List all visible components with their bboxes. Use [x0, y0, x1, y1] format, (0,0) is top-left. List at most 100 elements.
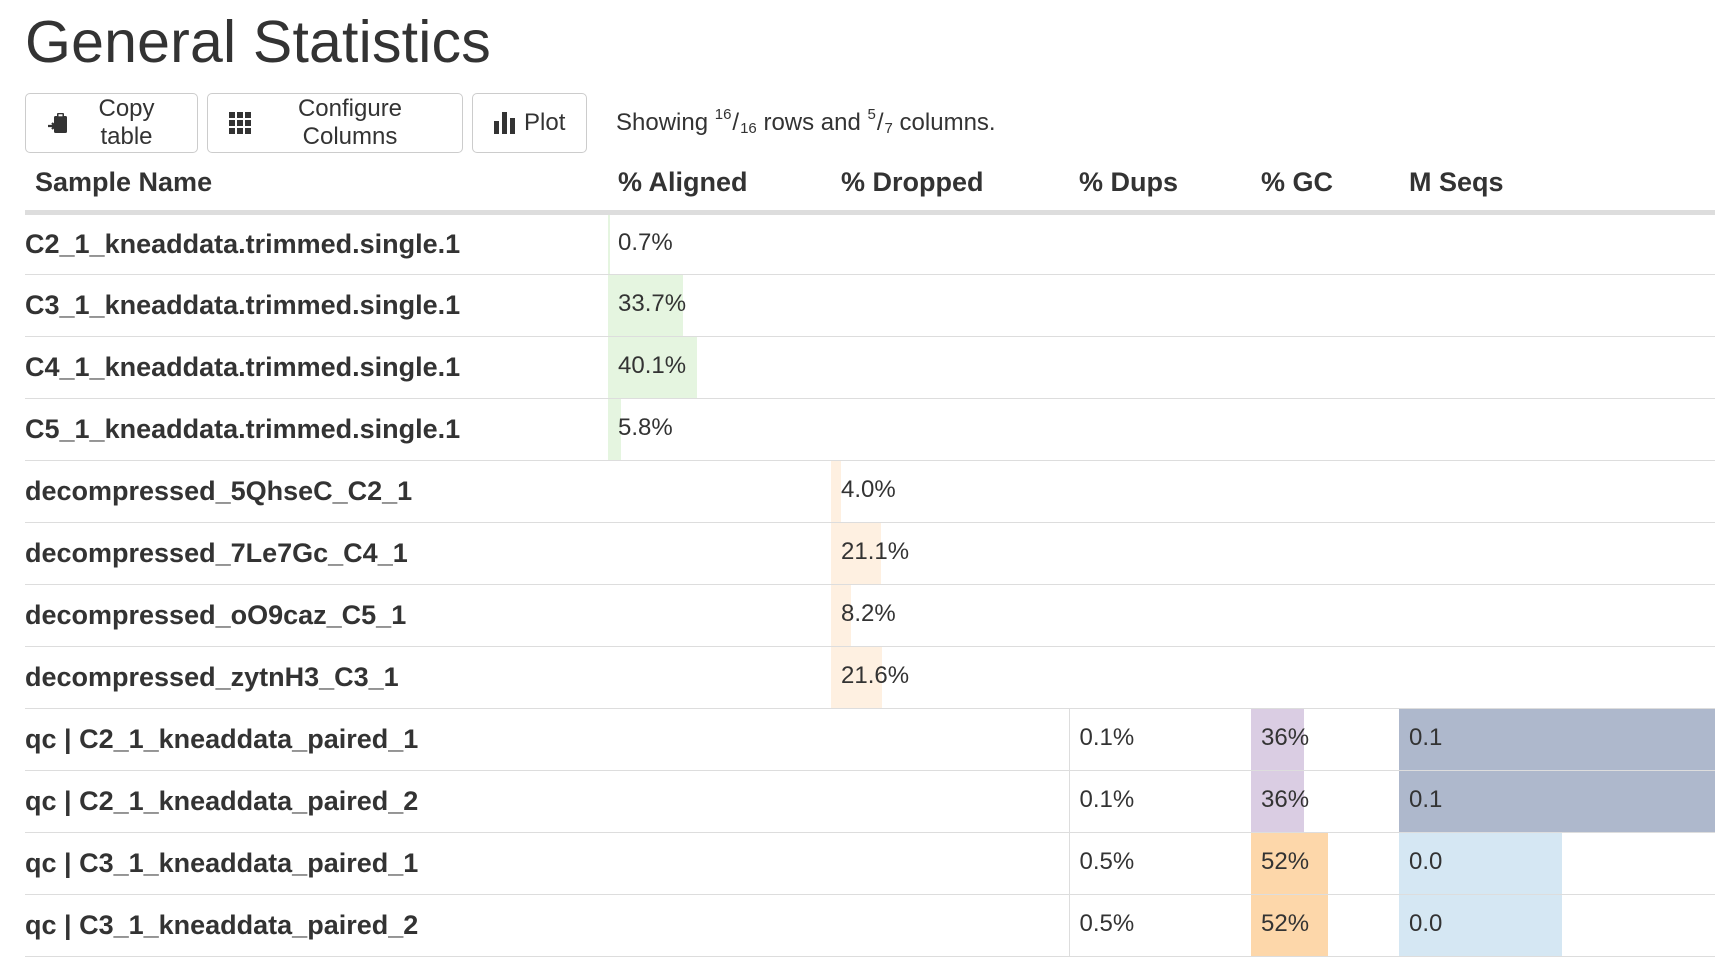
- table-row: decompressed_zytnH3_C3_1 21.6%: [25, 646, 1715, 709]
- dups-cell: [1069, 336, 1251, 399]
- col-header-mseqs[interactable]: M Seqs: [1399, 156, 1715, 215]
- sample-name-cell: decompressed_5QhseC_C2_1: [25, 460, 608, 523]
- mseqs-cell: [1399, 522, 1715, 585]
- gc-cell: [1251, 274, 1399, 337]
- dups-value: 0.5%: [1079, 847, 1135, 875]
- gc-cell: [1251, 336, 1399, 399]
- dups-cell: [1069, 584, 1251, 647]
- dups-cell: 0.1%: [1068, 770, 1251, 833]
- aligned-cell: [608, 832, 831, 895]
- aligned-cell: [608, 708, 831, 771]
- gc-value: 36%: [1261, 785, 1310, 813]
- showing-suffix: columns.: [899, 109, 996, 136]
- bar-chart-icon: [494, 112, 516, 134]
- dups-cell: [1069, 212, 1251, 275]
- mseqs-value: 0.0: [1409, 909, 1443, 937]
- plot-button[interactable]: Plot: [472, 93, 587, 153]
- dropped-cell: 21.6%: [831, 646, 1069, 709]
- general-stats-table: Sample Name % Aligned % Dropped % Dups %…: [25, 156, 1715, 957]
- mseqs-bar: [1399, 770, 1715, 832]
- dropped-value: 21.1%: [841, 537, 910, 565]
- plot-label: Plot: [524, 109, 566, 136]
- rows-shown: 16: [714, 105, 732, 123]
- dropped-bar: [831, 460, 841, 522]
- gc-cell: [1251, 460, 1399, 523]
- dropped-cell: 21.1%: [831, 522, 1069, 585]
- gc-cell: 52%: [1251, 832, 1399, 895]
- dropped-cell: [831, 770, 1069, 833]
- dups-cell: 0.5%: [1068, 894, 1251, 957]
- table-row: C5_1_kneaddata.trimmed.single.1 5.8%: [25, 398, 1715, 461]
- dropped-value: 8.2%: [841, 599, 896, 627]
- table-row: qc | C2_1_kneaddata_paired_1 0.1% 36% 0.1: [25, 708, 1715, 771]
- sample-name-cell: C3_1_kneaddata.trimmed.single.1: [25, 274, 608, 337]
- col-header-sample-name[interactable]: Sample Name: [25, 156, 608, 215]
- dups-value: 0.5%: [1079, 909, 1135, 937]
- aligned-cell: [608, 894, 831, 957]
- col-header-gc[interactable]: % GC: [1251, 156, 1399, 215]
- dropped-cell: [831, 212, 1069, 275]
- mseqs-value: 0.1: [1409, 785, 1443, 813]
- gc-cell: [1251, 522, 1399, 585]
- sample-name-cell: C2_1_kneaddata.trimmed.single.1: [25, 212, 608, 275]
- cols-shown: 5: [867, 105, 876, 123]
- sample-name-cell: decompressed_oO9caz_C5_1: [25, 584, 608, 647]
- dropped-value: 21.6%: [841, 661, 910, 689]
- page-title: General Statistics: [25, 9, 491, 75]
- gc-value: 36%: [1261, 723, 1310, 751]
- aligned-value: 33.7%: [618, 289, 687, 317]
- clipboard-icon: [47, 111, 69, 135]
- aligned-cell: [608, 584, 831, 647]
- table-row: qc | C3_1_kneaddata_paired_2 0.5% 52% 0.0: [25, 894, 1715, 957]
- sample-name-cell: decompressed_7Le7Gc_C4_1: [25, 522, 608, 585]
- dups-cell: [1069, 522, 1251, 585]
- col-header-dropped[interactable]: % Dropped: [831, 156, 1069, 215]
- gc-value: 52%: [1261, 847, 1310, 875]
- table-row: decompressed_oO9caz_C5_1 8.2%: [25, 584, 1715, 647]
- dropped-cell: [831, 336, 1069, 399]
- table-row: C4_1_kneaddata.trimmed.single.1 40.1%: [25, 336, 1715, 399]
- copy-table-button[interactable]: Copy table: [25, 93, 198, 153]
- dups-cell: [1069, 646, 1251, 709]
- sample-name-cell: qc | C2_1_kneaddata_paired_2: [25, 770, 608, 833]
- dropped-cell: [831, 894, 1069, 957]
- rows-total: 16: [740, 119, 757, 137]
- mseqs-bar: [1399, 708, 1715, 770]
- dropped-cell: [831, 274, 1069, 337]
- showing-prefix: Showing: [616, 109, 709, 136]
- table-row: C2_1_kneaddata.trimmed.single.1 0.7%: [25, 212, 1715, 275]
- dups-cell: [1069, 398, 1251, 461]
- col-header-dups[interactable]: % Dups: [1069, 156, 1251, 215]
- col-header-aligned[interactable]: % Aligned: [608, 156, 831, 215]
- table-row: decompressed_7Le7Gc_C4_1 21.1%: [25, 522, 1715, 585]
- gc-cell: [1251, 398, 1399, 461]
- gc-cell: 52%: [1251, 894, 1399, 957]
- mseqs-value: 0.1: [1409, 723, 1443, 751]
- mseqs-cell: [1399, 584, 1715, 647]
- table-toolbar: Copy table Configure Columns Plot Showin…: [25, 93, 996, 153]
- sample-name-cell: qc | C2_1_kneaddata_paired_1: [25, 708, 608, 771]
- sample-name-cell: C4_1_kneaddata.trimmed.single.1: [25, 336, 608, 399]
- dropped-cell: [831, 832, 1069, 895]
- sample-name-cell: decompressed_zytnH3_C3_1: [25, 646, 608, 709]
- showing-middle: rows and: [763, 109, 861, 136]
- mseqs-cell: 0.0: [1399, 894, 1715, 957]
- mseqs-cell: [1399, 336, 1715, 399]
- mseqs-cell: [1399, 646, 1715, 709]
- mseqs-cell: 0.0: [1399, 832, 1715, 895]
- configure-columns-button[interactable]: Configure Columns: [207, 93, 463, 153]
- mseqs-cell: [1399, 398, 1715, 461]
- aligned-value: 40.1%: [618, 351, 687, 379]
- table-header-row: Sample Name % Aligned % Dropped % Dups %…: [25, 156, 1715, 215]
- dups-cell: [1069, 274, 1251, 337]
- aligned-cell: 5.8%: [608, 398, 831, 461]
- mseqs-value: 0.0: [1409, 847, 1443, 875]
- table-body: C2_1_kneaddata.trimmed.single.1 0.7% C3_1_…: [25, 212, 1715, 957]
- mseqs-cell: [1399, 274, 1715, 337]
- mseqs-cell: 0.1: [1399, 708, 1715, 771]
- table-row: qc | C3_1_kneaddata_paired_1 0.5% 52% 0.0: [25, 832, 1715, 895]
- dropped-cell: [831, 708, 1069, 771]
- aligned-bar: [608, 214, 610, 274]
- table-row: decompressed_5QhseC_C2_1 4.0%: [25, 460, 1715, 523]
- sample-name-cell: C5_1_kneaddata.trimmed.single.1: [25, 398, 608, 461]
